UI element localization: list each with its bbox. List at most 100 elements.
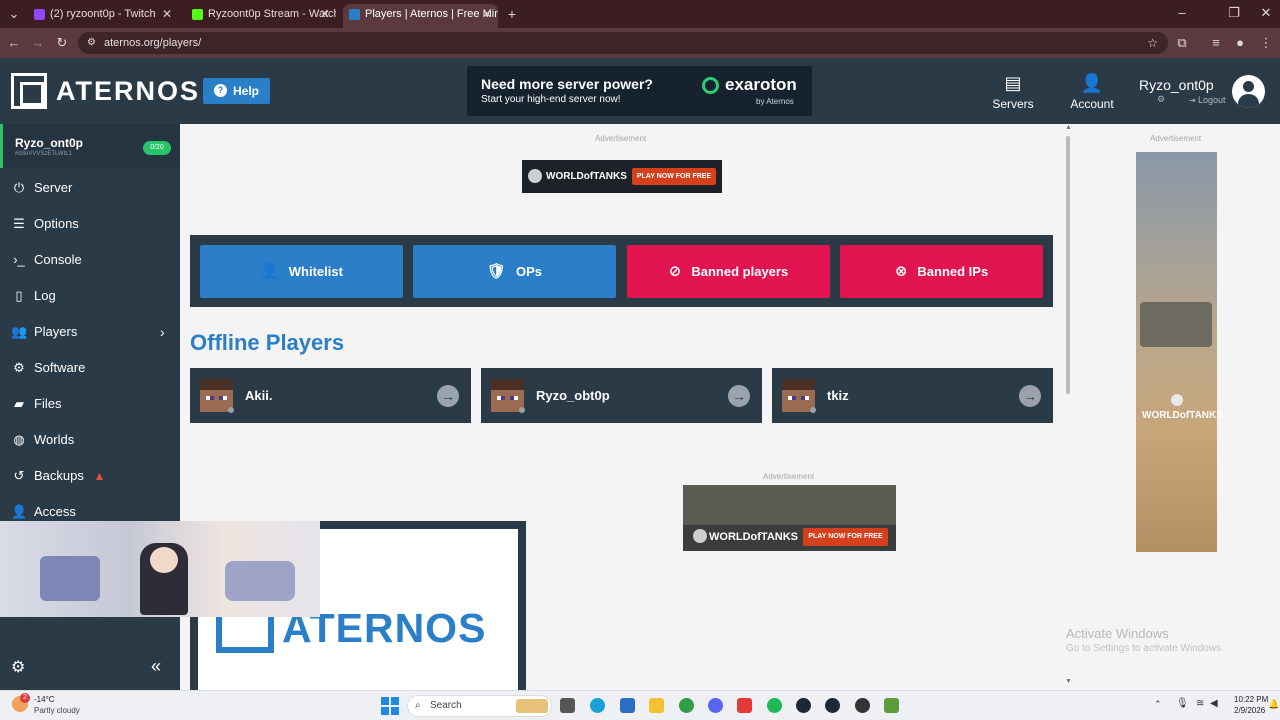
sidebar-item-files[interactable]: ▰ Files: [0, 386, 180, 422]
player-card[interactable]: Ryzo_obt0p →: [481, 368, 762, 423]
sidebar-item-software[interactable]: ⚙ Software: [0, 350, 180, 386]
player-name: Ryzo_obt0p: [536, 388, 610, 403]
weather-badge: 2: [20, 693, 30, 703]
reload-icon[interactable]: ↻: [52, 32, 72, 54]
promo-subline: Start your high-end server now!: [481, 94, 621, 105]
banned-players-button[interactable]: ⊘ Banned players: [627, 245, 830, 298]
spotify-icon[interactable]: [767, 698, 782, 713]
back-icon[interactable]: ←: [4, 32, 24, 54]
offline-status-dot: [810, 407, 816, 413]
media-icon[interactable]: ≡: [1206, 32, 1226, 54]
arrow-right-icon[interactable]: →: [437, 385, 459, 407]
scroll-up-icon[interactable]: ▲: [1065, 124, 1072, 131]
sidebar-item-log[interactable]: ▯ Log: [0, 278, 180, 314]
world-of-tanks-ad-side[interactable]: WORLDofTANKS: [1136, 152, 1223, 552]
tab-title: (2) ryzoont0p - Twitch: [50, 8, 156, 20]
taskbar-search[interactable]: ⌕ Search: [407, 695, 552, 717]
eye-slash-icon: ⊗: [894, 263, 908, 280]
chrome-icon[interactable]: [679, 698, 694, 713]
maximize-icon[interactable]: ❐: [1224, 2, 1244, 24]
aternos-logo-icon[interactable]: [11, 73, 47, 109]
clock-time[interactable]: 10:22 PM: [1234, 695, 1268, 704]
sidebar-item-server[interactable]: ⏻ Server: [0, 170, 180, 206]
forward-icon[interactable]: →: [28, 32, 48, 54]
youtube-icon[interactable]: [737, 698, 752, 713]
steam-icon[interactable]: [796, 698, 811, 713]
sidebar-item-backups[interactable]: ↺ Backups ▲: [0, 458, 180, 494]
profile-icon[interactable]: ●: [1230, 32, 1250, 54]
tab-search-icon[interactable]: ⌄: [4, 3, 24, 25]
banned-ips-button[interactable]: ⊗ Banned IPs: [840, 245, 1043, 298]
microphone-icon[interactable]: 🎙: [1176, 698, 1189, 709]
collapse-sidebar-icon[interactable]: «: [151, 656, 161, 677]
whitelist-button[interactable]: 👤 Whitelist: [200, 245, 403, 298]
tray-chevron-icon[interactable]: ⌃: [1154, 699, 1162, 710]
wot-cta[interactable]: PLAY NOW FOR FREE: [803, 528, 888, 546]
url-input[interactable]: ⚙ aternos.org/players/ ☆: [78, 32, 1168, 54]
tab-close-icon[interactable]: ✕: [162, 4, 172, 24]
settings-icon[interactable]: ⚙: [1157, 94, 1165, 105]
sidebar-item-label: Options: [34, 216, 79, 231]
task-view-icon[interactable]: [560, 698, 575, 713]
notification-bell-icon[interactable]: 🔔: [1268, 699, 1279, 710]
ops-button[interactable]: 🛡 OPs: [413, 245, 616, 298]
tab-close-icon[interactable]: ✕: [320, 4, 330, 24]
stream-video-overlay[interactable]: [0, 521, 320, 617]
volume-icon[interactable]: ◀: [1210, 698, 1218, 709]
exaroton-promo-banner[interactable]: Need more server power? Start your high-…: [467, 66, 812, 116]
arrow-right-icon[interactable]: →: [1019, 385, 1041, 407]
bookmark-star-icon[interactable]: ☆: [1147, 32, 1158, 54]
close-window-icon[interactable]: ✕: [1256, 2, 1276, 24]
store-icon[interactable]: [620, 698, 635, 713]
ad-label: Advertisement: [1150, 134, 1202, 143]
player-card[interactable]: Akii. →: [190, 368, 471, 423]
menu-icon[interactable]: ⋮: [1256, 32, 1276, 54]
new-tab-button[interactable]: +: [502, 3, 522, 25]
sidebar-item-players[interactable]: 👥 Players ›: [0, 314, 180, 350]
server-id: #d3oVVVSzETLWIL1: [15, 151, 72, 157]
wot-cta[interactable]: PLAY NOW FOR FREE: [632, 168, 716, 185]
activate-windows-subtitle: Go to Settings to activate Windows.: [1066, 643, 1224, 654]
tab-kick[interactable]: Ryzoont0p Stream - Watch Live ✕: [186, 4, 336, 28]
windows-start-icon[interactable]: [381, 697, 399, 715]
discord-icon[interactable]: [708, 698, 723, 713]
exaroton-logo-icon: [702, 77, 719, 94]
edge-icon[interactable]: [590, 698, 605, 713]
player-card[interactable]: tkiz →: [772, 368, 1053, 423]
help-button[interactable]: ? Help: [203, 78, 270, 104]
minecraft-icon[interactable]: [884, 698, 899, 713]
servers-button[interactable]: ▤ Servers: [990, 72, 1036, 111]
steam-icon[interactable]: [825, 698, 840, 713]
obs-icon[interactable]: [855, 698, 870, 713]
logout-link[interactable]: ⇥ Logout: [1189, 95, 1225, 105]
account-icon: 👤: [1080, 73, 1104, 93]
clock-date[interactable]: 2/9/2026: [1234, 706, 1265, 715]
settings-gear-icon[interactable]: ⚙: [11, 657, 25, 677]
tab-twitch[interactable]: (2) ryzoont0p - Twitch ✕: [28, 4, 178, 28]
weather-temp: -14°C: [34, 695, 55, 704]
extensions-icon[interactable]: ⧉: [1172, 32, 1192, 54]
player-lists-panel: 👤 Whitelist 🛡 OPs ⊘ Banned players ⊗ Banned …: [190, 235, 1053, 307]
weather-desc: Partly cloudy: [34, 706, 80, 715]
scroll-down-icon[interactable]: ▼: [1065, 678, 1072, 685]
scrollbar-thumb[interactable]: [1066, 136, 1070, 394]
tab-close-icon[interactable]: ✕: [482, 4, 492, 24]
search-icon: ⌕: [415, 700, 421, 711]
world-of-tanks-ad-middle[interactable]: WORLDofTANKS PLAY NOW FOR FREE: [683, 485, 896, 551]
server-selector[interactable]: Ryzo_ont0p #d3oVVVSzETLWIL1 0/20: [0, 124, 180, 168]
ad-label: Advertisement: [595, 134, 647, 143]
world-of-tanks-ad-top[interactable]: WORLDofTANKS PLAY NOW FOR FREE: [522, 160, 722, 193]
file-explorer-icon[interactable]: [649, 698, 664, 713]
user-slash-icon: ⊘: [668, 263, 682, 280]
logo-text[interactable]: ATERNOS: [56, 76, 200, 107]
avatar[interactable]: [1232, 75, 1265, 108]
sidebar-item-options[interactable]: ☰ Options: [0, 206, 180, 242]
minimize-icon[interactable]: –: [1172, 2, 1192, 24]
arrow-right-icon[interactable]: →: [728, 385, 750, 407]
sidebar-item-worlds[interactable]: ◍ Worlds: [0, 422, 180, 458]
account-button[interactable]: 👤 Account: [1068, 72, 1116, 111]
wifi-icon[interactable]: ≋: [1196, 698, 1204, 709]
sidebar-item-console[interactable]: ›_ Console: [0, 242, 180, 278]
tab-aternos[interactable]: Players | Aternos | Free Minecra ✕: [343, 4, 498, 28]
site-info-icon[interactable]: ⚙: [87, 32, 96, 54]
